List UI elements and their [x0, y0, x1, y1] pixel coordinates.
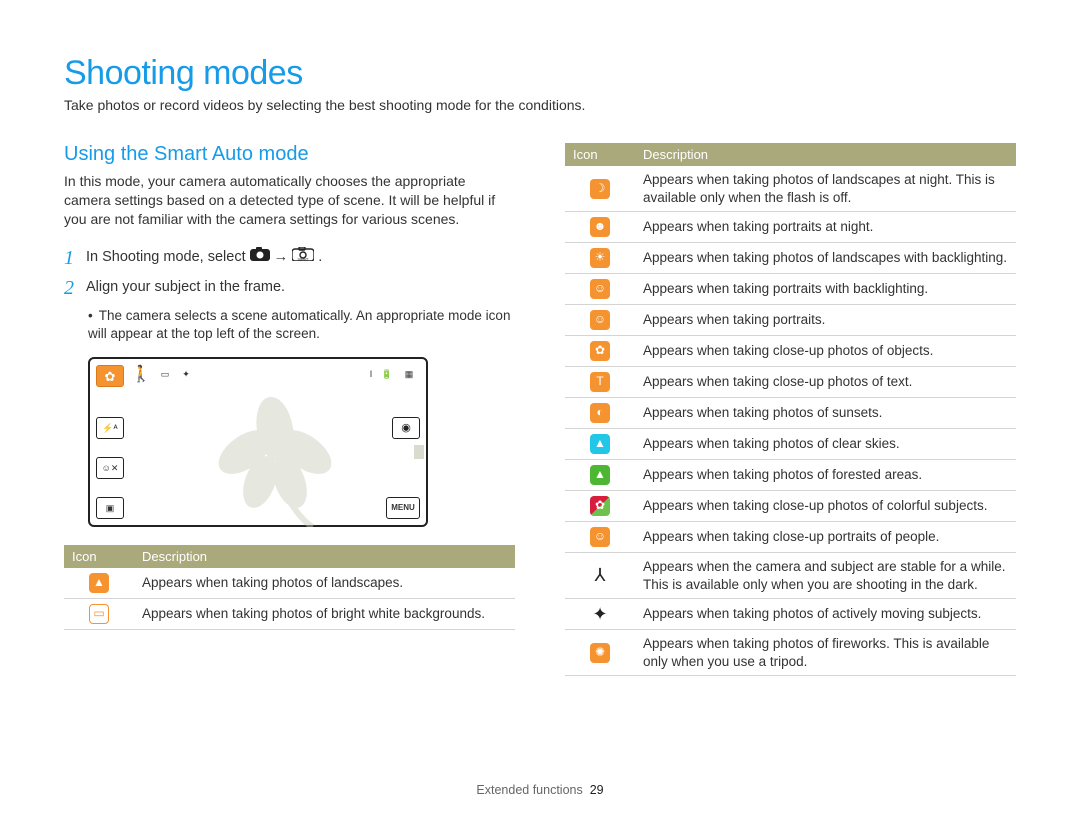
table-row: ⅄ Appears when the camera and subject are… — [565, 553, 1016, 599]
table-header-desc: Description — [134, 545, 515, 568]
camera-icon — [250, 247, 270, 267]
icon-desc: Appears when taking photos of landscapes… — [635, 166, 1016, 212]
record-icon: ◉ — [392, 417, 420, 439]
night-portrait-icon: ☻ — [590, 217, 610, 237]
svg-text:SMART: SMART — [298, 257, 309, 261]
icon-desc: Appears when taking close-up portraits o… — [635, 522, 1016, 553]
step-2: 2 Align your subject in the frame. — [64, 277, 515, 299]
step-1: 1 In Shooting mode, select → SMART . — [64, 247, 515, 269]
step-number: 2 — [64, 277, 86, 299]
backlight-portrait-icon: ☺ — [590, 279, 610, 299]
table-row: ▭ Appears when taking photos of bright w… — [64, 599, 515, 630]
table-header-icon: Icon — [64, 545, 134, 568]
misc-icon: ✦ — [178, 367, 194, 381]
landscape-mode-icon: ▲ — [89, 573, 109, 593]
step-1-text-b: . — [318, 249, 322, 265]
macro-object-icon: ✿ — [590, 341, 610, 361]
icon-desc: Appears when taking photos of bright whi… — [134, 599, 515, 630]
macro-color-icon: ✿ — [590, 496, 610, 516]
table-row: ☽ Appears when taking photos of landscape… — [565, 166, 1016, 212]
backlight-landscape-icon: ☀ — [590, 248, 610, 268]
camera-screen-illustration: ✿ 🚶 ▭ ✦ I 🔋 ▦ ⚡ᴬ ☺✕ ▣ ◉ MENU — [88, 357, 428, 527]
section-paragraph: In this mode, your camera automatically … — [64, 172, 515, 229]
icon-desc: Appears when taking close-up photos of t… — [635, 367, 1016, 398]
table-row: ▲ Appears when taking photos of clear ski… — [565, 429, 1016, 460]
table-row: ✿ Appears when taking close-up photos of … — [565, 491, 1016, 522]
smart-camera-icon: SMART — [292, 247, 314, 267]
step-1-text-a: In Shooting mode, select — [86, 249, 250, 265]
icon-desc: Appears when taking close-up photos of o… — [635, 336, 1016, 367]
icon-table-left: Icon Description ▲ Appears when taking p… — [64, 545, 515, 630]
table-row: ▲ Appears when taking photos of landscap… — [64, 568, 515, 599]
table-row: ☻ Appears when taking portraits at night. — [565, 212, 1016, 243]
forest-icon: ▲ — [590, 465, 610, 485]
table-row: ☺ Appears when taking portraits. — [565, 305, 1016, 336]
bar-icon: I — [368, 367, 374, 381]
flower-watermark-icon — [185, 377, 365, 527]
sunset-icon: ◐ — [590, 403, 610, 423]
portrait-icon: ☺ — [590, 310, 610, 330]
table-row: ✺ Appears when taking photos of fireworks… — [565, 630, 1016, 676]
icon-desc: Appears when taking photos of fireworks.… — [635, 630, 1016, 676]
menu-button: MENU — [386, 497, 420, 519]
white-bg-icon: ▭ — [89, 604, 109, 624]
icon-desc: Appears when taking photos of actively m… — [635, 599, 1016, 630]
tab-icon — [414, 445, 424, 459]
step-number: 1 — [64, 247, 86, 269]
table-header-icon: Icon — [565, 143, 635, 166]
macro-text-icon: T — [590, 372, 610, 392]
battery-icon: 🔋 — [378, 367, 396, 381]
macro-mode-icon: ✿ — [96, 365, 124, 387]
icon-desc: Appears when taking close-up photos of c… — [635, 491, 1016, 522]
icon-desc: Appears when taking photos of forested a… — [635, 460, 1016, 491]
flash-auto-icon: ⚡ᴬ — [96, 417, 124, 439]
landscape-icon: ▭ — [156, 367, 174, 381]
tripod-icon: ⅄ — [590, 566, 610, 586]
table-row: ▲ Appears when taking photos of forested … — [565, 460, 1016, 491]
card-icon: ▦ — [398, 365, 420, 383]
step-2-bullet: The camera selects a scene automatically… — [88, 307, 515, 343]
step-2-text: Align your subject in the frame. — [86, 277, 515, 297]
table-row: ☺ Appears when taking close-up portraits … — [565, 522, 1016, 553]
table-row: ✦ Appears when taking photos of actively … — [565, 599, 1016, 630]
person-icon: 🚶 — [130, 365, 152, 385]
table-row: ◐ Appears when taking photos of sunsets. — [565, 398, 1016, 429]
icon-desc: Appears when taking portraits at night. — [635, 212, 1016, 243]
table-row: ☺ Appears when taking portraits with back… — [565, 274, 1016, 305]
action-icon: ✦ — [590, 604, 610, 624]
icon-desc: Appears when taking photos of sunsets. — [635, 398, 1016, 429]
table-row: ☀ Appears when taking photos of landscape… — [565, 243, 1016, 274]
table-row: T Appears when taking close-up photos of … — [565, 367, 1016, 398]
table-header-desc: Description — [635, 143, 1016, 166]
night-landscape-icon: ☽ — [590, 179, 610, 199]
macro-portrait-icon: ☺ — [590, 527, 610, 547]
page-title: Shooting modes — [64, 54, 1016, 93]
icon-desc: Appears when taking photos of clear skie… — [635, 429, 1016, 460]
icon-desc: Appears when taking portraits. — [635, 305, 1016, 336]
icon-table-right: Icon Description ☽ Appears when taking ph… — [565, 143, 1016, 676]
clear-sky-icon: ▲ — [590, 434, 610, 454]
footer-section-label: Extended functions — [476, 783, 582, 797]
icon-desc: Appears when the camera and subject are … — [635, 553, 1016, 599]
display-icon: ▣ — [96, 497, 124, 519]
fireworks-icon: ✺ — [590, 643, 610, 663]
left-column: Using the Smart Auto mode In this mode, … — [64, 143, 515, 676]
right-column: Icon Description ☽ Appears when taking ph… — [565, 143, 1016, 676]
table-row: ✿ Appears when taking close-up photos of … — [565, 336, 1016, 367]
icon-desc: Appears when taking photos of landscapes… — [134, 568, 515, 599]
section-heading: Using the Smart Auto mode — [64, 143, 515, 166]
intro-text: Take photos or record videos by selectin… — [64, 97, 1016, 113]
icon-desc: Appears when taking photos of landscapes… — [635, 243, 1016, 274]
face-off-icon: ☺✕ — [96, 457, 124, 479]
icon-desc: Appears when taking portraits with backl… — [635, 274, 1016, 305]
page-footer: Extended functions 29 — [0, 783, 1080, 797]
page-number: 29 — [590, 783, 604, 797]
arrow-icon: → — [274, 249, 289, 265]
